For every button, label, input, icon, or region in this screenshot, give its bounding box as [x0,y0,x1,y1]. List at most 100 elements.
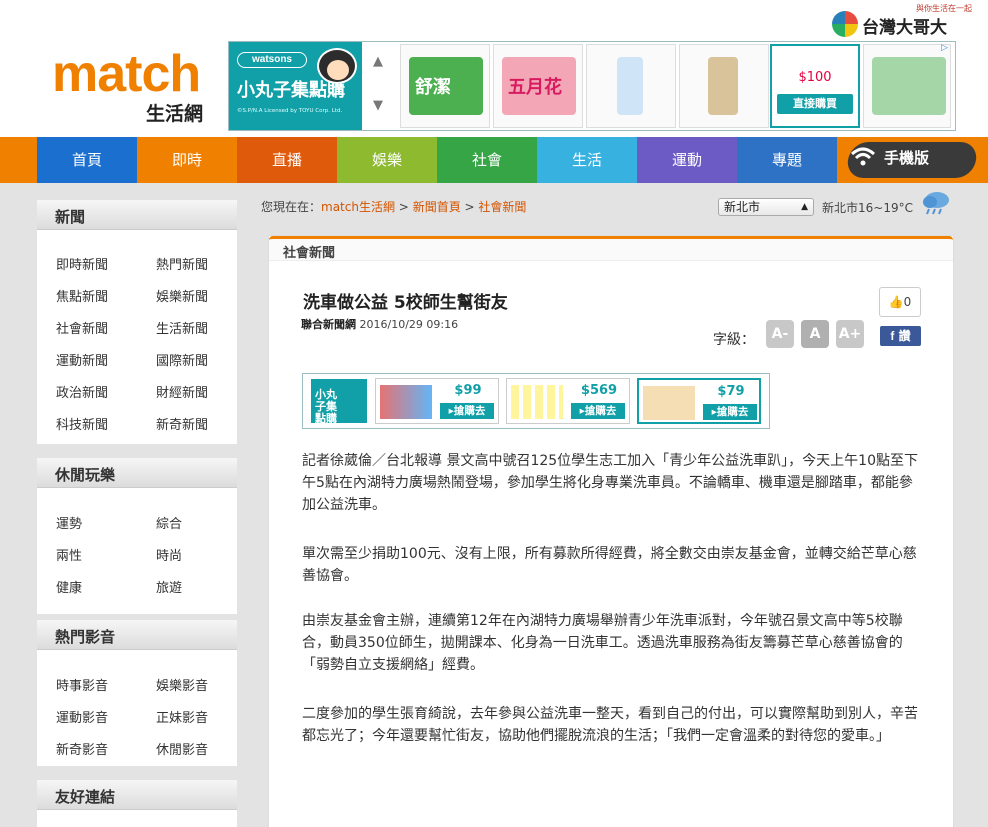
banner-brand-panel[interactable]: watsons 小丸子集點購 ©S.P/N.A Licensed by TOYU… [229,42,362,130]
article-datetime: 2016/10/29 09:16 [359,318,459,331]
sidebar-link[interactable]: 休閒影音 [156,739,208,758]
sidebar-link[interactable]: 國際新聞 [156,350,208,369]
sidebar-link[interactable]: 新奇新聞 [156,414,208,433]
breadcrumb-link-society[interactable]: 社會新聞 [478,200,526,214]
inline-ad-buy-button[interactable]: ▸搶購去 [571,403,625,419]
article-title: 洗車做公益 5校師生幫街友 [303,293,508,313]
product-label: 五月花 [508,77,562,98]
like-button[interactable]: 👍0 [879,287,921,317]
banner-product[interactable]: 五月花 [493,44,583,128]
sidebar-link[interactable]: 生活新聞 [156,318,208,337]
banner-product[interactable] [863,44,951,128]
inline-ad-card[interactable]: $79 ▸搶購去 [637,378,761,424]
inline-ad-card[interactable]: $569 ▸搶購去 [506,378,630,424]
sidebar-link[interactable]: 運勢 [56,513,82,532]
font-larger-button[interactable]: A+ [836,320,864,348]
city-select-value: 新北市 [724,200,761,214]
wifi-icon [850,147,876,166]
city-select[interactable]: 新北市 ▲ [718,198,814,216]
nav-life[interactable]: 生活 [537,137,637,183]
nav-mobile-version[interactable]: 手機版 [838,137,988,183]
nav-home[interactable]: 首頁 [37,137,137,183]
font-smaller-button[interactable]: A- [766,320,794,348]
product-label: 舒潔 [415,77,451,98]
ad-choices-icon[interactable]: ▷ [941,43,953,55]
article-source: 聯合新聞網 [301,318,356,331]
arrow-up-icon[interactable]: ▲ [373,54,383,69]
sidebar-heading-text: 新聞 [55,208,86,226]
partner-logo[interactable]: 與你生活在一起 台灣大哥大 [832,3,972,41]
sidebar-block-video: 熱門影音 時事影音 娛樂影音 運動影音 正妹影音 新奇影音 休閒影音 [37,620,237,766]
logo-subtitle: 生活網 [146,103,204,125]
sidebar-link[interactable]: 運動新聞 [56,350,108,369]
top-ad-banner[interactable]: watsons 小丸子集點購 ©S.P/N.A Licensed by TOYU… [228,41,956,131]
nav-features[interactable]: 專題 [737,137,837,183]
article-paragraph: 由崇友基金會主辦，連續第12年在內湖特力廣場舉辦青少年洗車派對，今年號召景文高中… [302,613,903,673]
sidebar-heading-text: 休閒玩樂 [55,466,116,484]
featured-price: $100 [798,70,832,85]
facebook-share-button[interactable]: f 讚 [880,326,921,346]
sidebar-link[interactable]: 新奇影音 [56,739,108,758]
article-paragraph: 二度參加的學生張育綺說，去年參與公益洗車一整天，看到自己的付出，可以實際幫助到別… [302,706,918,744]
site-header: match 生活網 與你生活在一起 台灣大哥大 watsons 小丸子集點購 ©… [0,0,988,137]
banner-arrows: ▲ ▼ [365,42,397,130]
inline-ad-banner[interactable]: 小丸子集點購 $99 ▸搶購去 $569 ▸搶購去 $79 ▸搶購去 [302,373,770,429]
banner-product[interactable]: 舒潔 [400,44,490,128]
inline-ad-brand[interactable]: 小丸子集點購 [311,379,367,425]
sidebar-link[interactable]: 政治新聞 [56,382,108,401]
sidebar-link[interactable]: 即時新聞 [56,254,108,273]
breadcrumb-link-home[interactable]: match生活網 [321,200,395,214]
weather-text: 新北市16~19°C [822,201,913,215]
featured-product[interactable]: $100 直接購買 [770,44,860,128]
font-normal-button[interactable]: A [801,320,829,348]
breadcrumb-link-news[interactable]: 新聞首頁 [413,200,461,214]
inline-ad-buy-button[interactable]: ▸搶購去 [703,404,757,420]
nav-sports[interactable]: 運動 [637,137,737,183]
sidebar-link[interactable]: 熱門新聞 [156,254,208,273]
nav-entertainment[interactable]: 娛樂 [337,137,437,183]
nav-live[interactable]: 直播 [237,137,337,183]
breadcrumb-separator: > [464,200,475,214]
sidebar-heading: 新聞 [37,200,237,230]
buy-now-button[interactable]: 直接購買 [777,94,853,114]
inline-ad-buy-button[interactable]: ▸搶購去 [440,403,494,419]
sidebar-heading: 友好連結 [37,780,237,810]
sidebar-link[interactable]: 時尚 [156,545,182,564]
logo-text: match [52,45,201,103]
partner-name: 台灣大哥大 [862,18,947,38]
nav-society[interactable]: 社會 [437,137,537,183]
sidebar-link[interactable]: 娛樂新聞 [156,286,208,305]
sidebar-link[interactable]: 娛樂影音 [156,675,208,694]
inline-ad-price: $79 [717,384,745,399]
sidebar-link[interactable]: 旅遊 [156,577,182,596]
sidebar-heading: 熱門影音 [37,620,237,650]
sidebar-link[interactable]: 科技新聞 [56,414,108,433]
article-meta: 聯合新聞網 2016/10/29 09:16 [301,316,458,332]
share-label: 讚 [898,329,911,343]
sidebar-link[interactable]: 時事影音 [56,675,108,694]
arrow-down-icon[interactable]: ▼ [373,98,383,113]
banner-product[interactable] [679,44,769,128]
nav-realtime[interactable]: 即時 [137,137,237,183]
sidebar-link[interactable]: 正妹影音 [156,707,208,726]
inline-ad-price: $569 [580,383,618,398]
inline-ad-card[interactable]: $99 ▸搶購去 [375,378,499,424]
sidebar-block-news: 新聞 即時新聞 熱門新聞 焦點新聞 娛樂新聞 社會新聞 生活新聞 運動新聞 國際… [37,200,237,444]
sidebar-block-leisure: 休閒玩樂 運勢 綜合 兩性 時尚 健康 旅遊 [37,458,237,614]
banner-product[interactable] [586,44,676,128]
sidebar-link[interactable]: 社會新聞 [56,318,108,337]
banner-license: ©S.P/N.A Licensed by TOYU Corp. Ltd. [237,108,343,114]
sidebar-link[interactable]: 健康 [56,577,82,596]
sidebar-link[interactable]: 運動影音 [56,707,108,726]
sidebar-link[interactable]: 財經新聞 [156,382,208,401]
watsons-logo: watsons [237,52,307,68]
article-paragraph: 記者徐葳倫／台北報導 景文高中號召125位學生志工加入「青少年公益洗車趴」，今天… [302,453,918,513]
facebook-icon: f [890,329,895,343]
site-logo[interactable]: match 生活網 [52,45,212,125]
sidebar-link[interactable]: 焦點新聞 [56,286,108,305]
inline-ad-title: 小丸子集點購 [315,388,337,425]
sidebar-link[interactable]: 綜合 [156,513,182,532]
sidebar-link[interactable]: 兩性 [56,545,82,564]
sidebar-heading: 休閒玩樂 [37,458,237,488]
sidebar-heading-text: 熱門影音 [55,628,116,646]
